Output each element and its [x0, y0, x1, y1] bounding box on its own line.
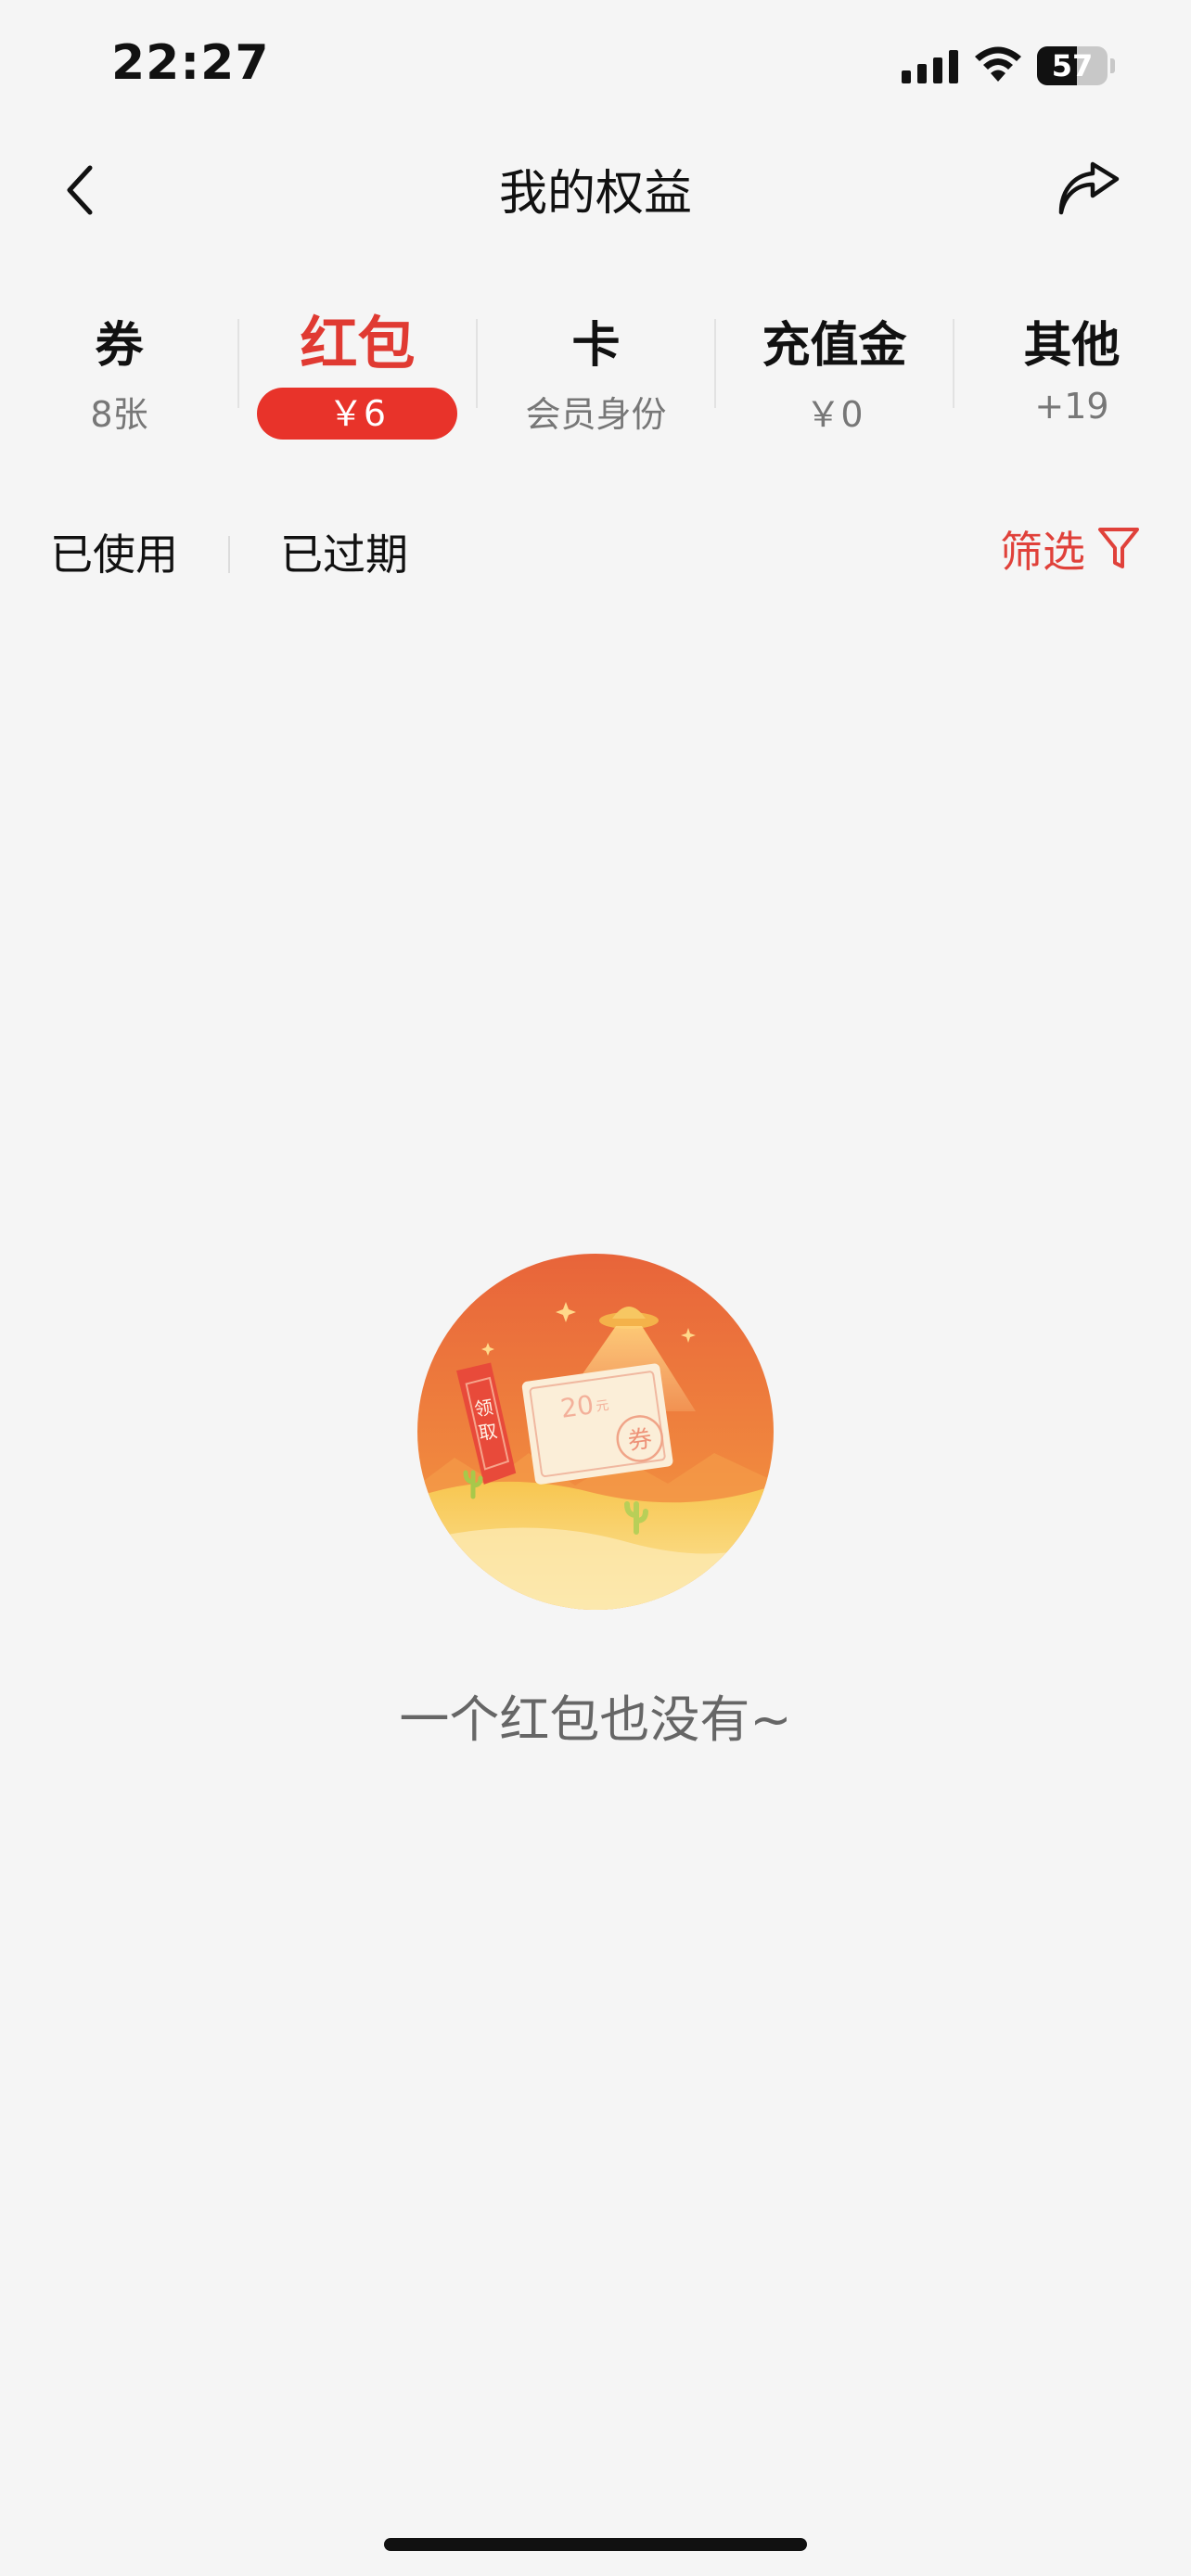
- filter-button[interactable]: 筛选: [1000, 519, 1141, 579]
- page-title: 我的权益: [498, 166, 692, 222]
- tab-count: 8张: [90, 394, 148, 435]
- tab-others[interactable]: 其他 +19: [953, 278, 1191, 464]
- tab-sub: +19: [1034, 386, 1109, 427]
- tab-amount-badge: ￥6: [257, 388, 457, 440]
- ticket-amount: 20: [558, 1389, 596, 1424]
- tab-red-packets[interactable]: 红包 ￥6: [238, 278, 477, 464]
- tab-sub: 会员身份: [525, 394, 667, 435]
- ticket-stamp: 券: [626, 1425, 654, 1456]
- filter-expired[interactable]: 已过期: [280, 521, 408, 582]
- filter-divider: [228, 536, 230, 573]
- tab-stored-value[interactable]: 充值金 ￥0: [715, 278, 954, 464]
- tab-label: 券: [95, 318, 144, 374]
- funnel-icon: [1098, 528, 1139, 568]
- home-indicator[interactable]: [384, 2538, 807, 2551]
- banner-text-2: 取: [477, 1420, 499, 1445]
- tab-label: 红包: [300, 310, 416, 377]
- tab-label: 充值金: [762, 318, 907, 374]
- tab-coupons[interactable]: 券 8张: [0, 278, 238, 464]
- nav-bar: 我的权益: [0, 130, 1191, 250]
- wifi-icon: [975, 46, 1021, 82]
- share-button[interactable]: [1052, 156, 1126, 224]
- tab-label: 卡: [571, 318, 621, 374]
- filter-label: 筛选: [1000, 527, 1085, 577]
- page: 22:27 57 我的权益 券 8张 红包 ￥6 卡 会员身份 充值金 ￥0 其…: [0, 0, 1191, 2576]
- banner-text-1: 领: [473, 1396, 495, 1421]
- empty-state-message: 一个红包也没有~: [399, 1690, 792, 1749]
- tab-label: 其他: [1023, 318, 1121, 374]
- ticket-unit: 元: [596, 1398, 610, 1415]
- status-bar: 22:27 57: [0, 0, 1191, 130]
- benefit-tabs: 券 8张 红包 ￥6 卡 会员身份 充值金 ￥0 其他 +19: [0, 278, 1191, 464]
- share-icon: [1058, 161, 1120, 215]
- tab-sub: ￥0: [805, 394, 864, 435]
- filter-used[interactable]: 已使用: [50, 521, 178, 582]
- filter-row: 已使用 已过期 筛选: [0, 510, 1191, 593]
- battery-percent: 57: [1051, 48, 1094, 83]
- cellular-signal-icon: [902, 50, 958, 83]
- empty-state-illustration: 20 元 券 领 取: [417, 1254, 774, 1610]
- battery-icon: 57: [1037, 46, 1115, 85]
- tab-cards[interactable]: 卡 会员身份: [477, 278, 715, 464]
- status-time: 22:27: [111, 35, 270, 91]
